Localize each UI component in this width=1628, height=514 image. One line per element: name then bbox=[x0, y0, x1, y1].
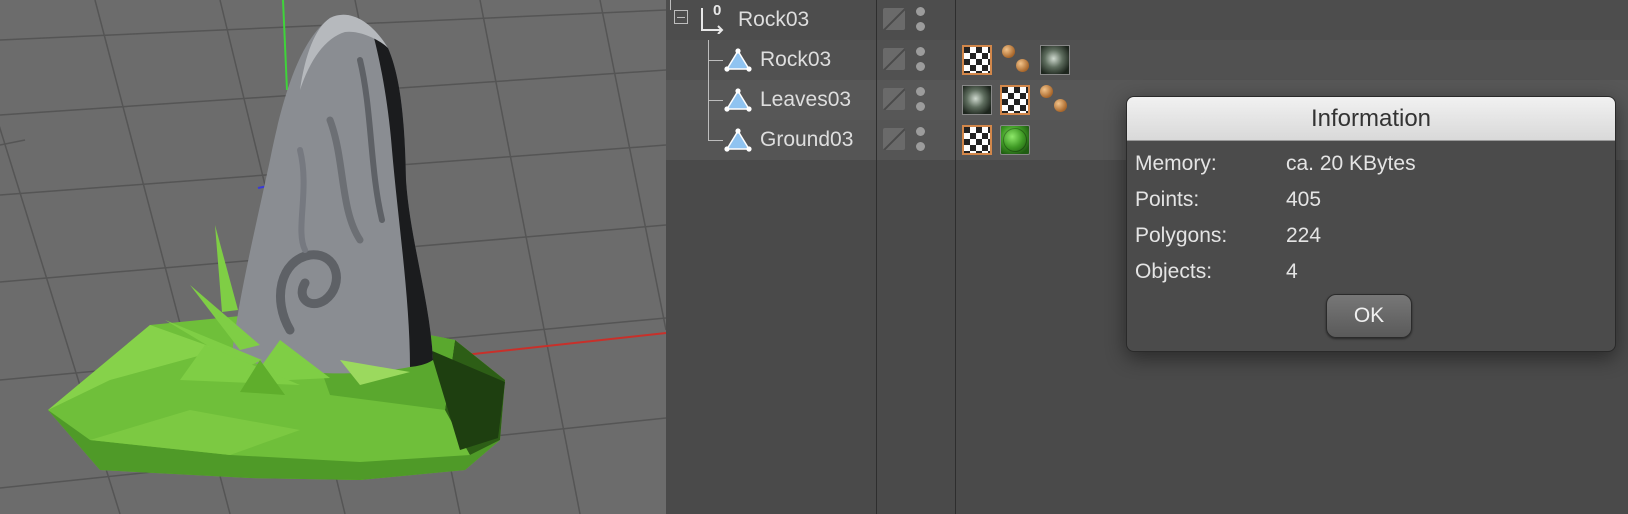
checker-texture-tag-icon[interactable] bbox=[962, 45, 992, 75]
object-row-rock03-null[interactable]: 0 Rock03 bbox=[666, 0, 1628, 40]
editor-render-dots[interactable] bbox=[916, 86, 926, 114]
tree-line bbox=[708, 100, 723, 141]
leaf-material-icon[interactable] bbox=[962, 85, 992, 115]
polygons-label: Polygons: bbox=[1135, 224, 1228, 247]
visibility-toggle[interactable] bbox=[883, 88, 905, 110]
tree-line bbox=[708, 60, 723, 101]
material-sphere-icon[interactable] bbox=[1000, 125, 1030, 155]
object-name[interactable]: Ground03 bbox=[760, 120, 853, 160]
checker-texture-tag-icon[interactable] bbox=[1000, 85, 1030, 115]
object-row-rock03[interactable]: Rock03 bbox=[666, 40, 1628, 80]
objects-value: 4 bbox=[1286, 260, 1298, 283]
material-balls-icon[interactable] bbox=[1000, 43, 1034, 77]
points-value: 405 bbox=[1286, 188, 1322, 211]
polygon-triangle-icon bbox=[724, 88, 752, 112]
visibility-toggle[interactable] bbox=[883, 8, 905, 30]
editor-render-dots[interactable] bbox=[916, 46, 926, 74]
visibility-toggle[interactable] bbox=[883, 128, 905, 150]
checker-texture-tag-icon[interactable] bbox=[962, 125, 992, 155]
polygons-value: 224 bbox=[1286, 224, 1322, 247]
polygon-triangle-icon bbox=[724, 128, 752, 152]
information-dialog[interactable]: Information Memory: ca. 20 KBytes Points… bbox=[1126, 96, 1616, 352]
collapse-minus-icon[interactable] bbox=[674, 10, 688, 24]
object-name[interactable]: Rock03 bbox=[760, 40, 831, 80]
leaf-material-icon[interactable] bbox=[1040, 45, 1070, 75]
null-badge: 0 bbox=[713, 2, 722, 19]
object-name[interactable]: Rock03 bbox=[738, 0, 809, 40]
tree-line bbox=[708, 40, 723, 61]
3d-viewport[interactable] bbox=[0, 0, 666, 514]
points-label: Points: bbox=[1135, 188, 1200, 211]
object-name[interactable]: Leaves03 bbox=[760, 80, 851, 120]
polygon-triangle-icon bbox=[724, 48, 752, 72]
tree-line bbox=[670, 0, 671, 10]
editor-render-dots[interactable] bbox=[916, 6, 926, 34]
visibility-toggle[interactable] bbox=[883, 48, 905, 70]
column-separator bbox=[876, 0, 877, 514]
material-balls-icon[interactable] bbox=[1038, 83, 1072, 117]
memory-label: Memory: bbox=[1135, 152, 1217, 175]
memory-value: ca. 20 KBytes bbox=[1286, 152, 1416, 175]
editor-render-dots[interactable] bbox=[916, 126, 926, 154]
ok-button[interactable]: OK bbox=[1326, 294, 1412, 338]
dialog-title: Information bbox=[1127, 97, 1615, 141]
column-separator bbox=[955, 0, 956, 514]
null-axis-icon: 0 bbox=[698, 2, 724, 35]
viewport-scene[interactable] bbox=[0, 0, 666, 514]
objects-label: Objects: bbox=[1135, 260, 1213, 283]
